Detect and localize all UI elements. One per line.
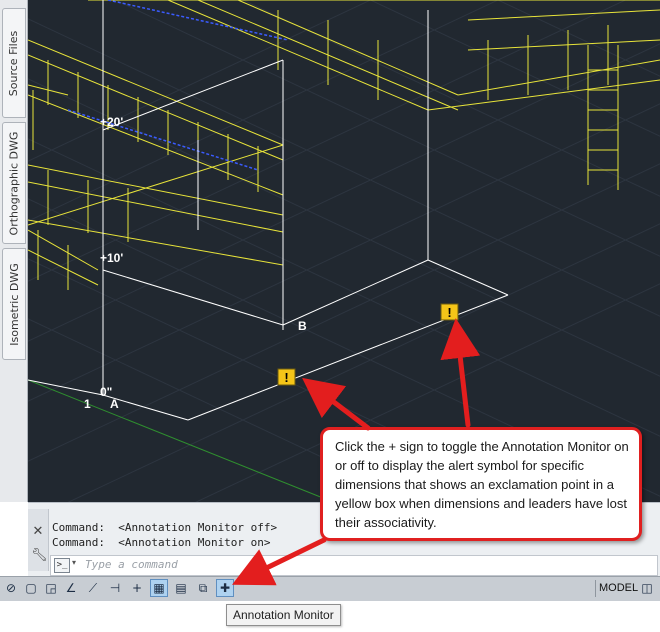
elevation-label: +10' bbox=[100, 251, 123, 265]
tab-orthographic-dwg[interactable]: Orthographic DWG bbox=[2, 122, 26, 244]
tab-orthographic-dwg-label: Orthographic DWG bbox=[7, 131, 21, 235]
status-bar: ⊘ ▢ ◲ ∠ ⟋ ⊣ + ▦ ▤ ⧉ ✚ MODEL ◫ bbox=[0, 576, 660, 601]
point-label-a: A bbox=[110, 397, 119, 411]
elevation-label: +20' bbox=[100, 115, 123, 129]
lineweight-icon[interactable]: ▦ bbox=[150, 579, 168, 597]
annotation-callout: Click the + sign to toggle the Annotatio… bbox=[320, 427, 642, 541]
alert-exclamation-icon: ! bbox=[284, 370, 288, 385]
command-prompt-icon[interactable]: >_ bbox=[54, 558, 70, 573]
steel-structure bbox=[28, 0, 660, 290]
tab-isometric-dwg[interactable]: Isometric DWG bbox=[2, 248, 26, 360]
coordinate-icon[interactable]: ⊘ bbox=[2, 579, 20, 597]
dashed-centerline bbox=[107, 0, 289, 41]
dynamic-input-icon[interactable]: + bbox=[128, 579, 146, 597]
polar-icon[interactable]: ⟋ bbox=[84, 579, 102, 597]
row-label: 1 bbox=[84, 397, 91, 411]
tab-source-files-label: Source Files bbox=[7, 30, 21, 96]
command-history-line: Command: <Annotation Monitor on> bbox=[52, 536, 271, 549]
callout-text: Click the + sign to toggle the Annotatio… bbox=[335, 439, 629, 530]
quick-properties-icon[interactable]: ▤ bbox=[172, 579, 190, 597]
tab-source-files[interactable]: Source Files bbox=[2, 8, 26, 118]
ortho-icon[interactable]: ∠ bbox=[62, 579, 80, 597]
side-tab-strip: Source Files Orthographic DWG Isometric … bbox=[0, 0, 28, 502]
layout-icon[interactable]: ◫ bbox=[638, 579, 656, 597]
command-history-line: Command: <Annotation Monitor off> bbox=[52, 521, 278, 534]
tooltip: Annotation Monitor bbox=[226, 604, 341, 626]
command-placeholder: Type a command bbox=[85, 558, 178, 571]
annotation-monitor-icon[interactable]: ✚ bbox=[216, 579, 234, 597]
command-line-side-bar: ✕ 🔧︎ bbox=[28, 509, 49, 571]
alert-badge[interactable]: ! bbox=[277, 368, 296, 386]
dashed-centerline bbox=[67, 109, 259, 171]
tab-isometric-dwg-label: Isometric DWG bbox=[7, 262, 21, 346]
dimension-geometry bbox=[28, 0, 509, 421]
point-label-b: B bbox=[298, 319, 307, 333]
selection-cycling-icon[interactable]: ⧉ bbox=[194, 579, 212, 597]
snap-icon[interactable]: ◲ bbox=[42, 579, 60, 597]
osnap-icon[interactable]: ⊣ bbox=[106, 579, 124, 597]
model-space-button[interactable]: MODEL bbox=[595, 580, 641, 597]
command-input[interactable]: >_ ▾ Type a command bbox=[50, 555, 658, 576]
chevron-down-icon[interactable]: ▾ bbox=[72, 558, 76, 567]
alert-badge[interactable]: ! bbox=[440, 303, 459, 321]
grid-display-icon[interactable]: ▢ bbox=[22, 579, 40, 597]
alert-exclamation-icon: ! bbox=[447, 305, 451, 320]
wrench-icon[interactable]: 🔧︎ bbox=[31, 549, 48, 563]
close-icon[interactable]: ✕ bbox=[31, 525, 45, 539]
